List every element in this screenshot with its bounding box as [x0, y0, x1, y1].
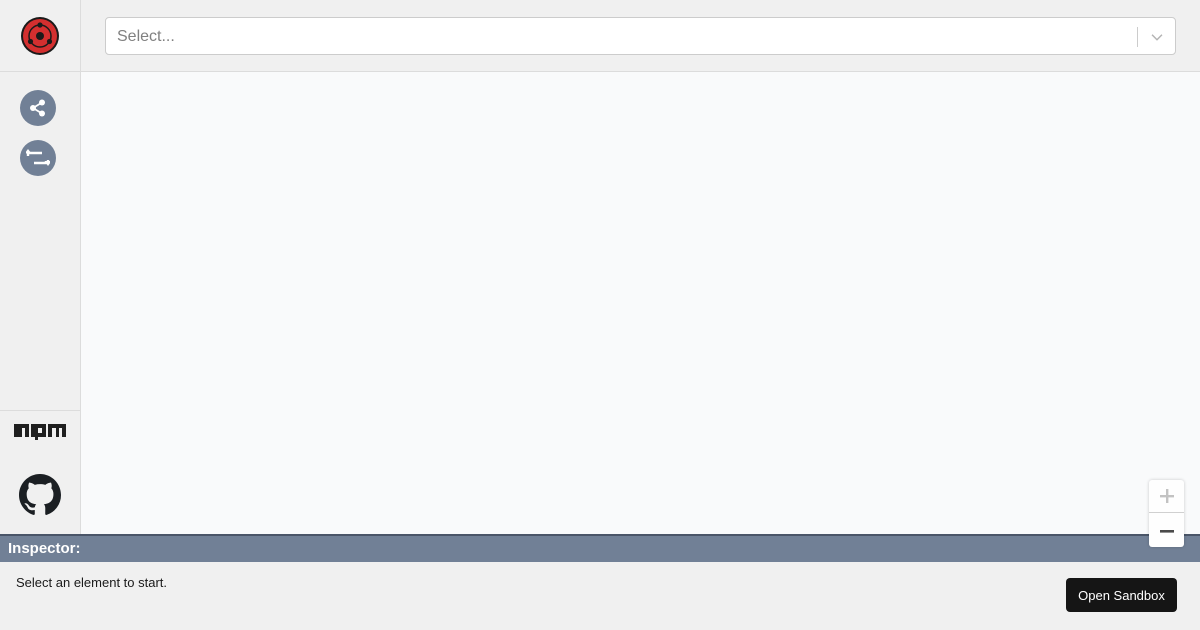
- element-select[interactable]: Select...: [105, 17, 1176, 55]
- npm-icon[interactable]: [14, 423, 66, 441]
- top-bar: Select...: [81, 0, 1200, 72]
- inspector-header: Inspector:: [0, 534, 1200, 562]
- inspector-title: Inspector:: [8, 540, 81, 557]
- sidebar-divider: [0, 410, 80, 411]
- sidebar: [0, 0, 81, 534]
- open-sandbox-button[interactable]: Open Sandbox: [1066, 578, 1177, 612]
- share-button[interactable]: [20, 90, 56, 126]
- zoom-controls: [1149, 480, 1184, 547]
- canvas-area[interactable]: [81, 72, 1200, 534]
- swap-button[interactable]: [20, 140, 56, 176]
- swap-icon: [26, 149, 50, 166]
- share-icon: [30, 99, 45, 117]
- select-separator: [1137, 27, 1138, 47]
- sharingan-logo-icon[interactable]: [20, 16, 60, 56]
- logo-area: [0, 0, 80, 72]
- plus-icon: [1159, 489, 1174, 503]
- github-icon[interactable]: [19, 474, 61, 516]
- inspector-message: Select an element to start.: [16, 575, 168, 590]
- select-placeholder: Select...: [117, 28, 175, 45]
- chevron-down-icon[interactable]: [1148, 28, 1166, 46]
- inspector-panel: Select an element to start. Open Sandbox: [0, 562, 1200, 630]
- zoom-out-button[interactable]: [1149, 514, 1184, 547]
- zoom-in-button[interactable]: [1149, 480, 1184, 513]
- minus-icon: [1159, 529, 1174, 533]
- app-window: Select... Inspector: Select an element t…: [0, 0, 1200, 630]
